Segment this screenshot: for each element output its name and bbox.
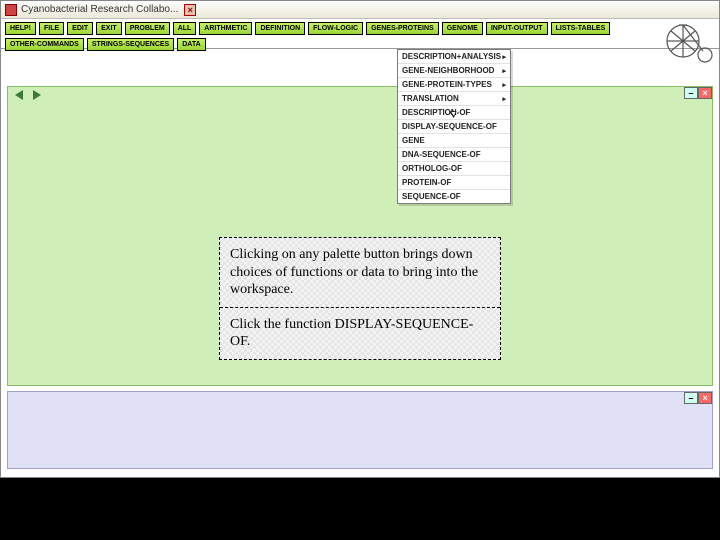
palette-btn-all[interactable]: ALL [173, 22, 197, 35]
palette-btn-other-commands[interactable]: OTHER-COMMANDS [5, 38, 84, 51]
dd-item-gene-neighborhood[interactable]: GENE-NEIGHBORHOOD ▸ [398, 64, 510, 78]
submenu-marker-icon: ▸ [502, 95, 506, 103]
dd-item-display-sequence-of[interactable]: DISPLAY-SEQUENCE-OF [398, 120, 510, 134]
palette-btn-flow-logic[interactable]: FLOW-LOGIC [308, 22, 363, 35]
dd-label: DESCRIPTION+ANALYSIS [402, 52, 501, 61]
output-minimize-button[interactable]: – [684, 392, 698, 404]
dd-item-gene-protein-types[interactable]: GENE-PROTEIN-TYPES ▸ [398, 78, 510, 92]
tab-close-icon[interactable]: × [184, 4, 196, 16]
bicycle-logo-icon [665, 21, 713, 65]
dd-label: DISPLAY-SEQUENCE-OF [402, 122, 497, 131]
app-favicon [5, 4, 17, 16]
palette-btn-file[interactable]: FILE [39, 22, 64, 35]
nav-forward-button[interactable] [30, 89, 44, 101]
dd-label: GENE-PROTEIN-TYPES [402, 80, 492, 89]
arrow-left-icon [15, 90, 23, 100]
dd-label: PROTEIN-OF [402, 178, 451, 187]
genes-proteins-dropdown: DESCRIPTION+ANALYSIS▸ GENE-NEIGHBORHOOD▸… [397, 49, 511, 204]
dd-label: GENE-NEIGHBORHOOD [402, 66, 494, 75]
submenu-marker-icon: ▸ [502, 81, 506, 89]
palette-btn-data[interactable]: DATA [177, 38, 205, 51]
dd-item-sequence-of[interactable]: SEQUENCE-OF [398, 190, 510, 203]
dd-label: ORTHOLOG-OF [402, 164, 462, 173]
titlebar: Cyanobacterial Research Collabo... × [1, 1, 719, 19]
workspace-nav [12, 89, 44, 101]
palette-btn-edit[interactable]: EDIT [67, 22, 93, 35]
submenu-marker-icon: ▸ [502, 53, 506, 61]
palette-menubar: HELP! FILE EDIT EXIT PROBLEM ALL ARITHME… [1, 19, 719, 49]
dd-item-gene[interactable]: GENE [398, 134, 510, 148]
palette-btn-help[interactable]: HELP! [5, 22, 36, 35]
palette-btn-problem[interactable]: PROBLEM [125, 22, 170, 35]
arrow-right-icon [33, 90, 41, 100]
palette-btn-genes-proteins[interactable]: GENES-PROTEINS [366, 22, 439, 35]
dd-item-dna-sequence-of[interactable]: DNA-SEQUENCE-OF [398, 148, 510, 162]
output-window-controls: – × [684, 392, 712, 404]
palette-btn-lists-tables[interactable]: LISTS-TABLES [551, 22, 611, 35]
palette-btn-genome[interactable]: GENOME [442, 22, 483, 35]
output-panel: – × [7, 391, 713, 469]
dd-item-ortholog-of[interactable]: ORTHOLOG-OF [398, 162, 510, 176]
dd-item-description-analysis[interactable]: DESCRIPTION+ANALYSIS▸ [398, 50, 510, 64]
dd-label: DESCRIPTION-OF [402, 108, 470, 117]
workspace-minimize-button[interactable]: – [684, 87, 698, 99]
palette-btn-strings-sequences[interactable]: STRINGS-SEQUENCES [87, 38, 174, 51]
palette-btn-input-output[interactable]: INPUT-OUTPUT [486, 22, 548, 35]
tutorial-callout: Clicking on any palette button brings do… [219, 237, 501, 360]
callout-text-1: Clicking on any palette button brings do… [230, 246, 490, 299]
output-close-button[interactable]: × [698, 392, 712, 404]
dd-label: TRANSLATION [402, 94, 459, 103]
workspace-close-button[interactable]: × [698, 87, 712, 99]
callout-divider [220, 307, 500, 308]
window-title: Cyanobacterial Research Collabo... [21, 4, 178, 15]
palette-row-1: HELP! FILE EDIT EXIT PROBLEM ALL ARITHME… [5, 22, 610, 35]
palette-btn-arithmetic[interactable]: ARITHMETIC [199, 22, 252, 35]
workspace-window-controls: – × [684, 87, 712, 99]
palette-btn-exit[interactable]: EXIT [96, 22, 122, 35]
nav-back-button[interactable] [12, 89, 26, 101]
dd-label: DNA-SEQUENCE-OF [402, 150, 481, 159]
callout-text-2: Click the function DISPLAY-SEQUENCE-OF. [230, 316, 490, 351]
dd-item-translation[interactable]: TRANSLATION ▸ [398, 92, 510, 106]
palette-row-2: OTHER-COMMANDS STRINGS-SEQUENCES DATA [5, 38, 610, 51]
dd-label: GENE [402, 136, 425, 145]
dd-label: SEQUENCE-OF [402, 192, 461, 201]
palette-btn-definition[interactable]: DEFINITION [255, 22, 305, 35]
dd-item-protein-of[interactable]: PROTEIN-OF [398, 176, 510, 190]
submenu-marker-icon: ▸ [502, 67, 506, 75]
app-window: Cyanobacterial Research Collabo... × HEL… [0, 0, 720, 478]
